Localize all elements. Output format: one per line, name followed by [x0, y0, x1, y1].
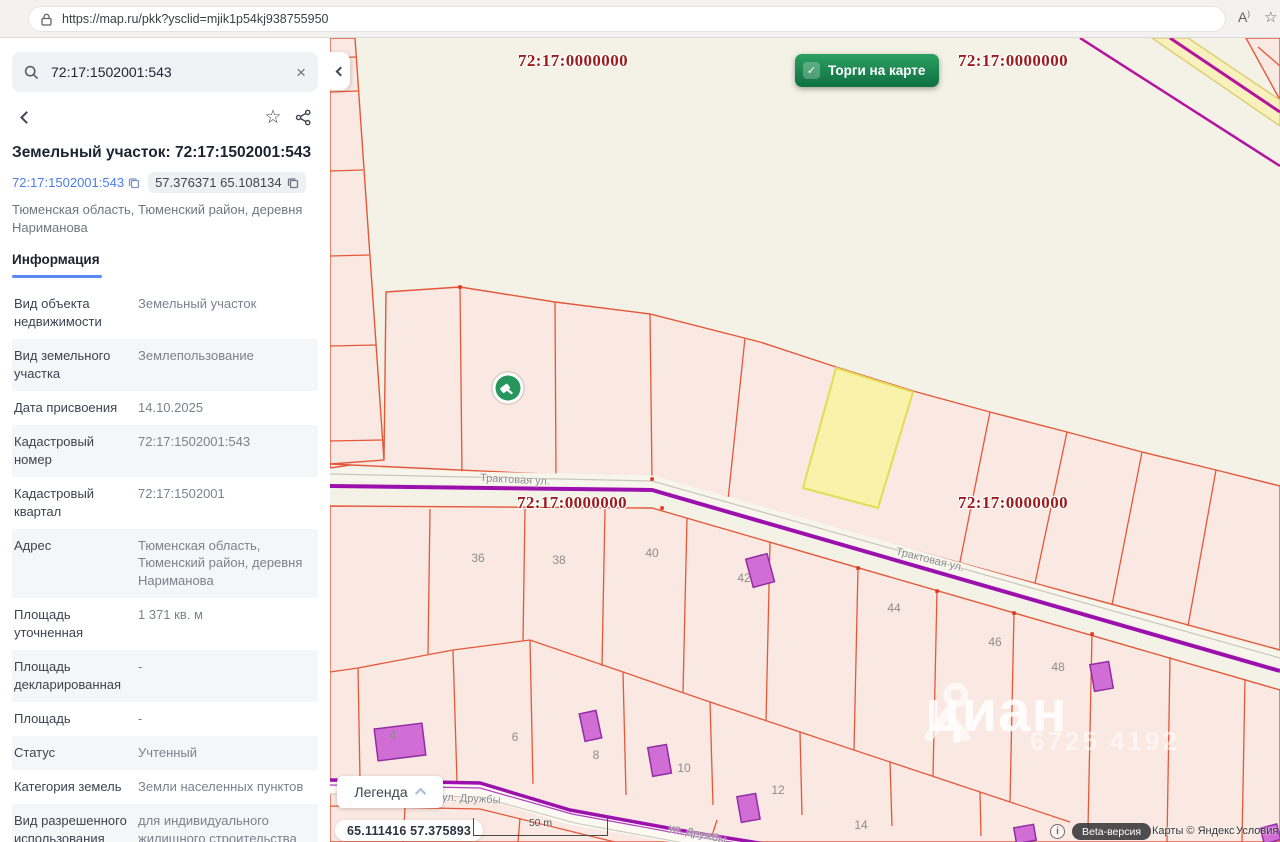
- info-panel: × ☆ Земельный участок: 72:17:1502001:543…: [0, 38, 330, 842]
- info-row-label: Площадь декларированная: [14, 658, 130, 694]
- info-row-label: Статус: [14, 744, 130, 762]
- info-row-label: Площадь: [14, 710, 130, 728]
- share-icon: [295, 109, 312, 126]
- url-text[interactable]: https://map.ru/pkk?ysclid=mjik1p54kj9387…: [62, 12, 328, 26]
- parcel-number: 44: [887, 601, 900, 615]
- quarter-label: 72:17:0000000: [518, 51, 628, 71]
- parcel-number: 42: [737, 571, 750, 585]
- cadastral-number-link[interactable]: 72:17:1502001:543: [12, 175, 140, 190]
- search-input[interactable]: [49, 63, 296, 81]
- parcel-number: 8: [593, 748, 600, 762]
- collapse-panel-button[interactable]: [330, 52, 350, 90]
- terms-link[interactable]: Условия: [1236, 825, 1278, 837]
- info-row-value: 14.10.2025: [130, 399, 308, 417]
- parcel-number: 40: [645, 546, 658, 560]
- object-address: Тюменская область, Тюменский район, дере…: [12, 201, 318, 236]
- info-row-label: Кадастровый номер: [14, 433, 130, 469]
- read-aloud-icon[interactable]: A): [1238, 9, 1250, 25]
- chevron-up-icon: [415, 788, 426, 799]
- map-canvas[interactable]: [330, 38, 1280, 842]
- active-tab-underline: [12, 275, 102, 278]
- info-row-value: 72:17:1502001: [130, 485, 308, 521]
- info-row-label: Категория земель: [14, 778, 130, 796]
- parcel-number: 38: [552, 553, 565, 567]
- info-row-value: Земли населенных пунктов: [130, 778, 308, 796]
- map-attribution[interactable]: Карты © Яндекс: [1152, 825, 1235, 837]
- chevron-left-icon: [20, 111, 33, 124]
- info-row: Вид объекта недвижимостиЗемельный участо…: [12, 287, 318, 339]
- info-row: Категория земельЗемли населенных пунктов: [12, 770, 318, 804]
- check-icon: ✓: [803, 62, 820, 79]
- copy-icon[interactable]: [287, 177, 299, 189]
- page-title: Земельный участок: 72:17:1502001:543: [12, 144, 318, 162]
- favorite-star-icon[interactable]: ☆: [1264, 8, 1277, 26]
- info-row-value: -: [130, 710, 308, 728]
- info-row-label: Вид земельного участка: [14, 347, 130, 383]
- parcel-number: 14: [854, 818, 867, 832]
- info-row-value: Землепользование: [130, 347, 308, 383]
- info-row: АдресТюменская область, Тюменский район,…: [12, 529, 318, 599]
- parcel-number: 12: [771, 783, 784, 797]
- info-row-value: 72:17:1502001:543: [130, 433, 308, 469]
- screenshot-root: https://map.ru/pkk?ysclid=mjik1p54kj9387…: [0, 0, 1280, 842]
- cadastral-map[interactable]: 72:17:0000000 72:17:0000000 72:17:000000…: [330, 38, 1280, 842]
- parcel-number: 36: [471, 551, 484, 565]
- info-row-label: Вид объекта недвижимости: [14, 295, 130, 331]
- info-row: Вид разрешенного использованиядля индиви…: [12, 804, 318, 842]
- info-row-value: для индивидуального жилищного строительс…: [130, 812, 308, 842]
- info-row-value: Земельный участок: [130, 295, 308, 331]
- info-row: Дата присвоения14.10.2025: [12, 391, 318, 425]
- info-row: Площадь-: [12, 702, 318, 736]
- tab-information[interactable]: Информация: [12, 252, 100, 275]
- info-row: Площадь декларированная-: [12, 650, 318, 702]
- lock-icon: [40, 13, 53, 26]
- parcel-number: 4: [390, 728, 397, 742]
- beta-badge: Beta-версия: [1072, 823, 1151, 840]
- info-row: Вид земельного участкаЗемлепользование: [12, 339, 318, 391]
- back-button[interactable]: [12, 103, 40, 131]
- scale-bar: 50 m: [473, 818, 608, 836]
- info-row-label: Кадастровый квартал: [14, 485, 130, 521]
- info-table: Вид объекта недвижимостиЗемельный участо…: [12, 287, 318, 842]
- search-box[interactable]: ×: [12, 52, 318, 92]
- torgi-na-karte-button[interactable]: ✓ Торги на карте: [795, 54, 939, 87]
- info-row-label: Адрес: [14, 537, 130, 591]
- parcel-number: 10: [677, 761, 690, 775]
- parcel-number: 46: [988, 635, 1001, 649]
- clear-search-icon[interactable]: ×: [296, 64, 306, 81]
- share-button[interactable]: [288, 103, 318, 131]
- cursor-coordinates: 65.111416 57.375893: [335, 820, 483, 841]
- info-row-value: -: [130, 658, 308, 694]
- quarter-label: 72:17:0000000: [517, 493, 627, 513]
- quarter-label: 72:17:0000000: [958, 493, 1068, 513]
- info-row-value: Тюменская область, Тюменский район, дере…: [130, 537, 308, 591]
- auction-marker[interactable]: [491, 371, 525, 405]
- parcel-number: 48: [1051, 660, 1064, 674]
- info-row: Площадь уточненная1 371 кв. м: [12, 598, 318, 650]
- star-icon: ☆: [264, 106, 281, 129]
- legend-button[interactable]: Легенда: [337, 776, 443, 808]
- info-row: СтатусУчтенный: [12, 736, 318, 770]
- quarter-label: 72:17:0000000: [958, 51, 1068, 71]
- favorite-button[interactable]: ☆: [258, 103, 288, 131]
- chevron-left-icon: [335, 66, 345, 76]
- address-bar[interactable]: https://map.ru/pkk?ysclid=mjik1p54kj9387…: [28, 6, 1226, 32]
- info-row: Кадастровый квартал72:17:1502001: [12, 477, 318, 529]
- search-icon: [24, 65, 39, 80]
- info-row-label: Площадь уточненная: [14, 606, 130, 642]
- browser-toolbar: https://map.ru/pkk?ysclid=mjik1p54kj9387…: [0, 0, 1280, 38]
- coordinates-chip[interactable]: 57.376371 65.108134: [148, 172, 306, 193]
- info-row-value: Учтенный: [130, 744, 308, 762]
- scale-label: 50 m: [474, 817, 607, 829]
- info-row-label: Вид разрешенного использования: [14, 812, 130, 842]
- info-row-label: Дата присвоения: [14, 399, 130, 417]
- parcel-number: 6: [512, 730, 519, 744]
- copy-icon[interactable]: [128, 177, 140, 189]
- info-icon[interactable]: i: [1050, 824, 1065, 839]
- info-row: Кадастровый номер72:17:1502001:543: [12, 425, 318, 477]
- info-row-value: 1 371 кв. м: [130, 606, 308, 642]
